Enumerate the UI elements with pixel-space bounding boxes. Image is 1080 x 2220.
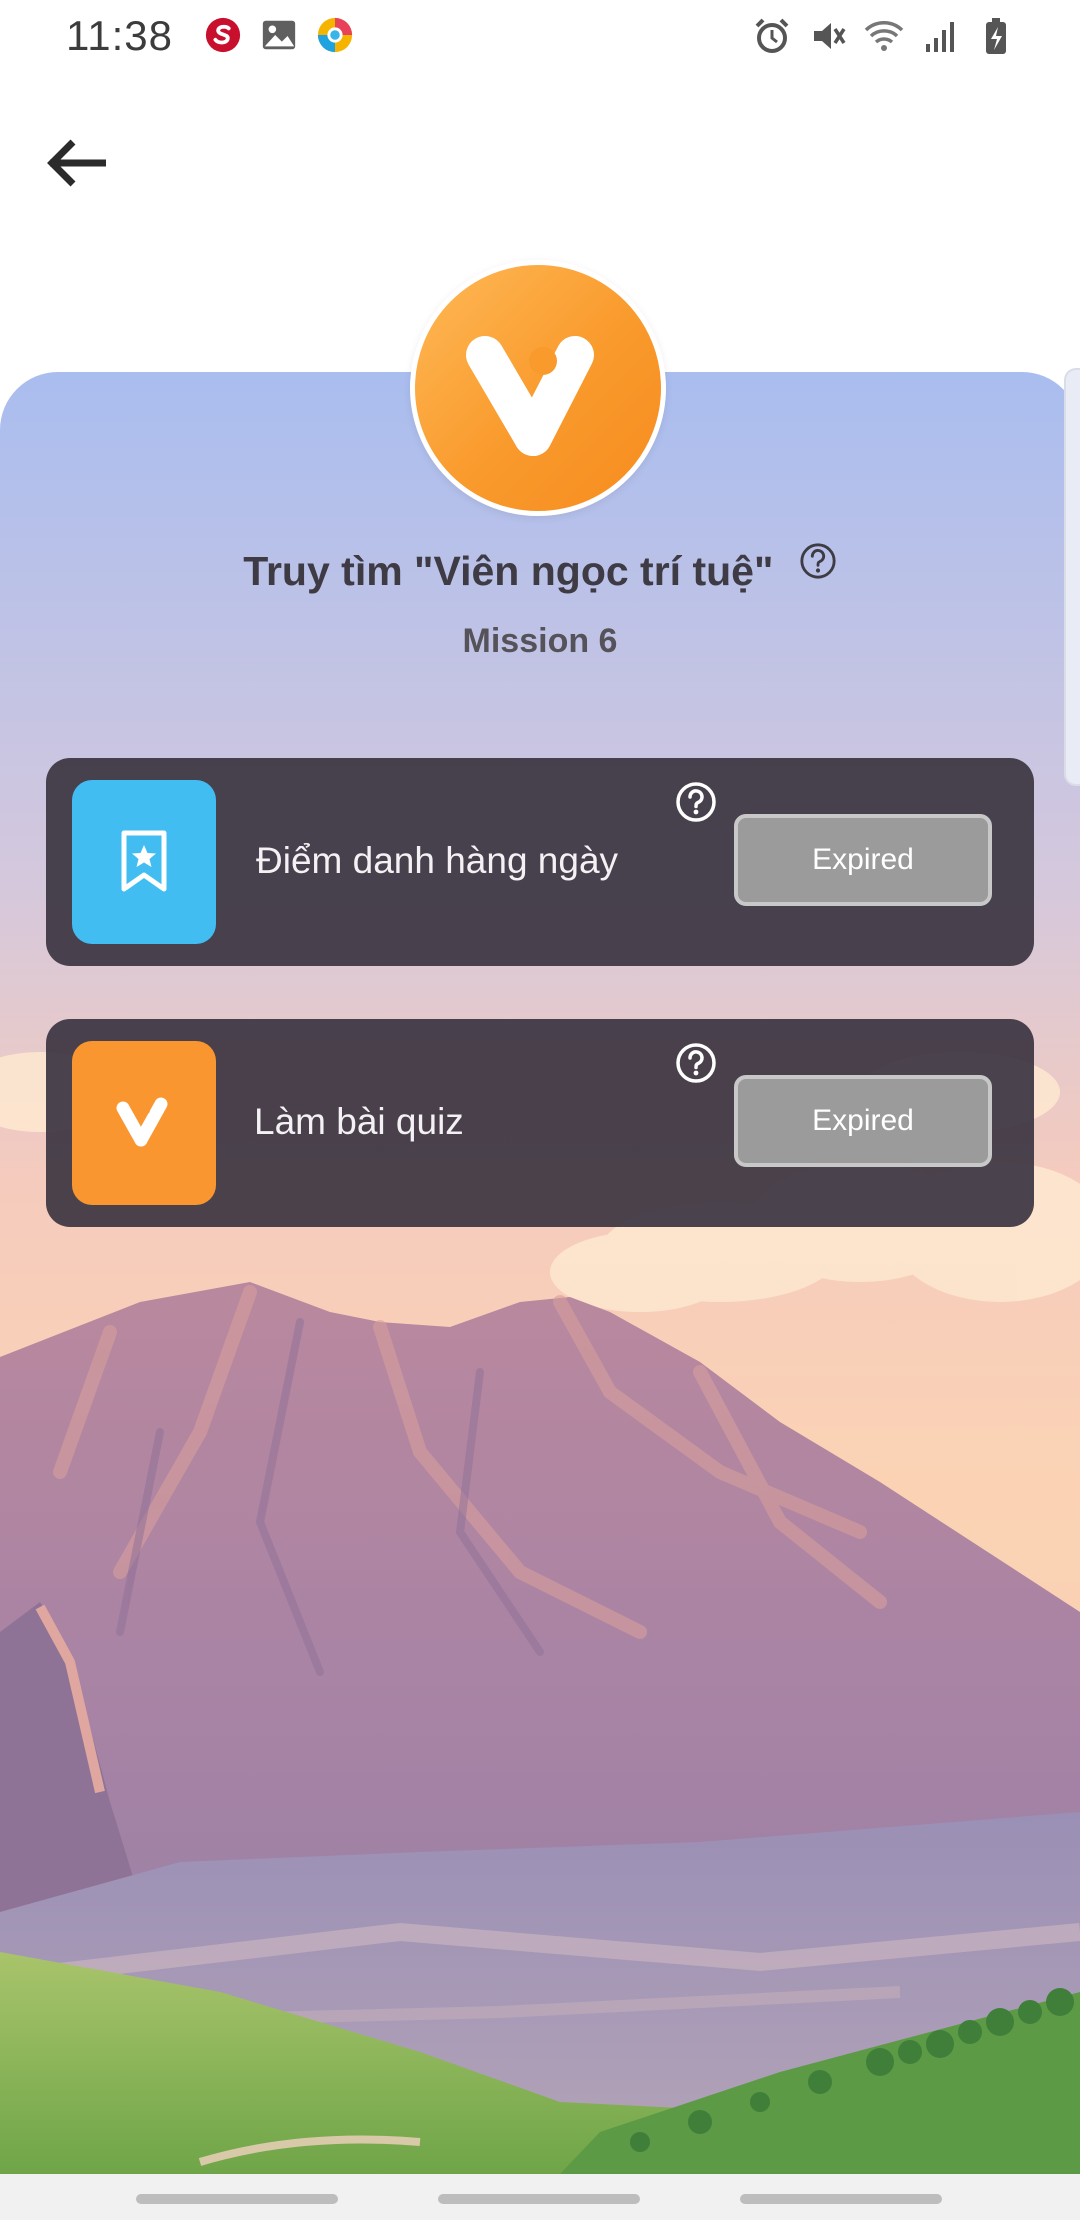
mission-subtitle: Mission 6 [462,622,618,660]
status-bar: 11:38 [0,0,1080,74]
status-time: 11:38 [66,12,173,59]
wifi-icon [864,21,904,51]
question-circle-icon[interactable] [674,780,718,824]
expired-button[interactable]: Expired [734,814,992,906]
nav-back-button[interactable] [740,2194,942,2204]
mission-title-text: Truy tìm "Viên ngọc trí tuệ" [243,548,774,594]
nav-home-button[interactable] [438,2194,640,2204]
status-app-icons [204,16,354,54]
chrome-like-icon [317,17,353,53]
v-logo-icon [466,336,594,456]
gallery-icon [262,20,296,50]
mission-title: Truy tìm "Viên ngọc trí tuệ" [0,543,1080,595]
signal-icon [926,22,954,52]
back-button[interactable] [40,128,116,198]
shopee-s-icon [205,17,241,53]
expired-button[interactable]: Expired [734,1075,992,1167]
navigation-bar [0,2174,1080,2220]
question-circle-icon[interactable] [799,542,837,580]
alarm-icon [755,18,789,53]
task-label: Làm bài quiz [254,1101,464,1142]
task-icon-tile [72,1041,216,1205]
nav-recents-button[interactable] [136,2194,338,2204]
task-icon-tile [72,780,216,944]
task-card-quiz: Làm bài quiz Expired [46,1019,1034,1227]
battery-charging-icon [986,18,1006,54]
question-circle-icon[interactable] [674,1041,718,1085]
mute-icon [814,23,846,49]
status-system-icons [752,16,1016,56]
mission-logo [410,260,666,516]
bookmark-star-icon [121,830,167,892]
task-label: Điểm danh hàng ngày [256,840,619,881]
arrow-left-icon [47,139,106,187]
v-logo-icon [116,1097,168,1147]
task-card-checkin: Điểm danh hàng ngày Expired [46,758,1034,966]
